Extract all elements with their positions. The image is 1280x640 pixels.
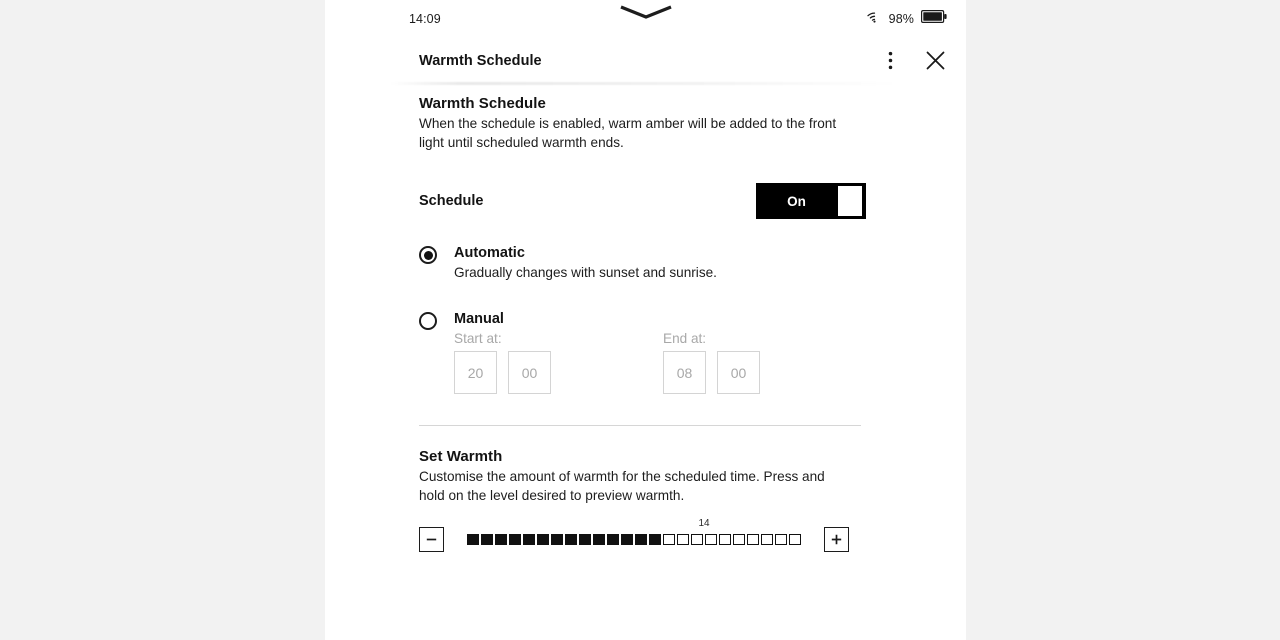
radio-manual-indicator[interactable] bbox=[419, 312, 437, 330]
battery-percentage: 98% bbox=[888, 12, 914, 26]
page-title: Warmth Schedule bbox=[419, 52, 542, 69]
radio-automatic-description: Gradually changes with sunset and sunris… bbox=[454, 265, 717, 280]
warmth-segment[interactable] bbox=[593, 534, 605, 545]
warmth-segment[interactable] bbox=[523, 534, 535, 545]
start-at-label: Start at: bbox=[454, 331, 502, 346]
radio-automatic-indicator[interactable] bbox=[419, 246, 437, 264]
warmth-segments-wrapper: 14 bbox=[467, 518, 801, 545]
radio-manual-body: Manual Start at: 20 00 End at: 08 00 bbox=[454, 310, 760, 394]
warmth-segment[interactable] bbox=[621, 534, 633, 545]
warmth-level-control: 14 bbox=[419, 518, 879, 552]
battery-icon bbox=[921, 10, 947, 28]
start-time-boxes: 20 00 bbox=[454, 351, 551, 394]
warmth-level-value: 14 bbox=[698, 518, 710, 529]
set-warmth-description: Customise the amount of warmth for the s… bbox=[419, 469, 825, 503]
warmth-segment[interactable] bbox=[733, 534, 745, 545]
warmth-segment[interactable] bbox=[649, 534, 661, 545]
end-time-group: End at: 08 00 bbox=[663, 331, 760, 394]
end-hours-input[interactable]: 08 bbox=[663, 351, 706, 394]
warmth-segment[interactable] bbox=[481, 534, 493, 545]
warmth-segment[interactable] bbox=[705, 534, 717, 545]
schedule-toggle-knob bbox=[838, 186, 862, 216]
radio-option-manual[interactable]: Manual Start at: 20 00 End at: 08 00 bbox=[419, 310, 879, 394]
schedule-toggle[interactable]: On bbox=[756, 183, 866, 219]
warmth-segment[interactable] bbox=[789, 534, 801, 545]
radio-manual-label: Manual bbox=[454, 311, 504, 327]
end-at-label: End at: bbox=[663, 331, 707, 346]
status-bar-indicators: 98% bbox=[867, 10, 947, 28]
status-bar: 14:09 98% bbox=[325, 0, 966, 38]
end-minutes-input[interactable]: 00 bbox=[717, 351, 760, 394]
warmth-segment[interactable] bbox=[579, 534, 591, 545]
set-warmth-heading: Set Warmth bbox=[419, 448, 503, 465]
wifi-icon bbox=[867, 10, 882, 28]
warmth-segment[interactable] bbox=[747, 534, 759, 545]
close-icon[interactable] bbox=[923, 49, 947, 73]
header-actions bbox=[878, 49, 947, 73]
radio-option-automatic[interactable]: Automatic Gradually changes with sunset … bbox=[419, 244, 879, 282]
overflow-menu-icon[interactable] bbox=[878, 49, 902, 73]
device-screen: 14:09 98% Warmth Schedule Warmth Schedul… bbox=[325, 0, 966, 640]
section-divider bbox=[419, 425, 861, 426]
warmth-segment[interactable] bbox=[537, 534, 549, 545]
warmth-segment[interactable] bbox=[495, 534, 507, 545]
app-header: Warmth Schedule bbox=[325, 38, 966, 83]
end-time-boxes: 08 00 bbox=[663, 351, 760, 394]
warmth-schedule-description: When the schedule is enabled, warm amber… bbox=[419, 116, 837, 150]
start-time-group: Start at: 20 00 bbox=[454, 331, 551, 394]
warmth-segment[interactable] bbox=[635, 534, 647, 545]
schedule-row: Schedule On bbox=[419, 183, 879, 219]
status-bar-clock: 14:09 bbox=[409, 12, 441, 26]
plus-icon[interactable] bbox=[824, 527, 849, 552]
schedule-mode-options: Automatic Gradually changes with sunset … bbox=[419, 244, 879, 394]
start-hours-input[interactable]: 20 bbox=[454, 351, 497, 394]
minus-icon[interactable] bbox=[419, 527, 444, 552]
schedule-label: Schedule bbox=[419, 193, 484, 209]
radio-automatic-label: Automatic bbox=[454, 245, 525, 261]
warmth-segment[interactable] bbox=[565, 534, 577, 545]
time-pickers: Start at: 20 00 End at: 08 00 bbox=[454, 331, 760, 394]
start-minutes-input[interactable]: 00 bbox=[508, 351, 551, 394]
schedule-toggle-state: On bbox=[787, 193, 806, 209]
warmth-segment[interactable] bbox=[607, 534, 619, 545]
warmth-segment[interactable] bbox=[663, 534, 675, 545]
main-content: Warmth Schedule When the schedule is ena… bbox=[419, 95, 879, 552]
warmth-schedule-heading: Warmth Schedule bbox=[419, 95, 546, 112]
warmth-segment[interactable] bbox=[677, 534, 689, 545]
warmth-segment[interactable] bbox=[775, 534, 787, 545]
warmth-segment[interactable] bbox=[467, 534, 479, 545]
warmth-segment[interactable] bbox=[691, 534, 703, 545]
warmth-segment[interactable] bbox=[761, 534, 773, 545]
warmth-segment[interactable] bbox=[509, 534, 521, 545]
header-divider bbox=[390, 82, 900, 85]
set-warmth-section: Set Warmth Customise the amount of warmt… bbox=[419, 448, 879, 552]
warmth-segment[interactable] bbox=[551, 534, 563, 545]
warmth-segments[interactable] bbox=[467, 534, 801, 545]
warmth-segment[interactable] bbox=[719, 534, 731, 545]
radio-automatic-body: Automatic Gradually changes with sunset … bbox=[454, 244, 717, 282]
